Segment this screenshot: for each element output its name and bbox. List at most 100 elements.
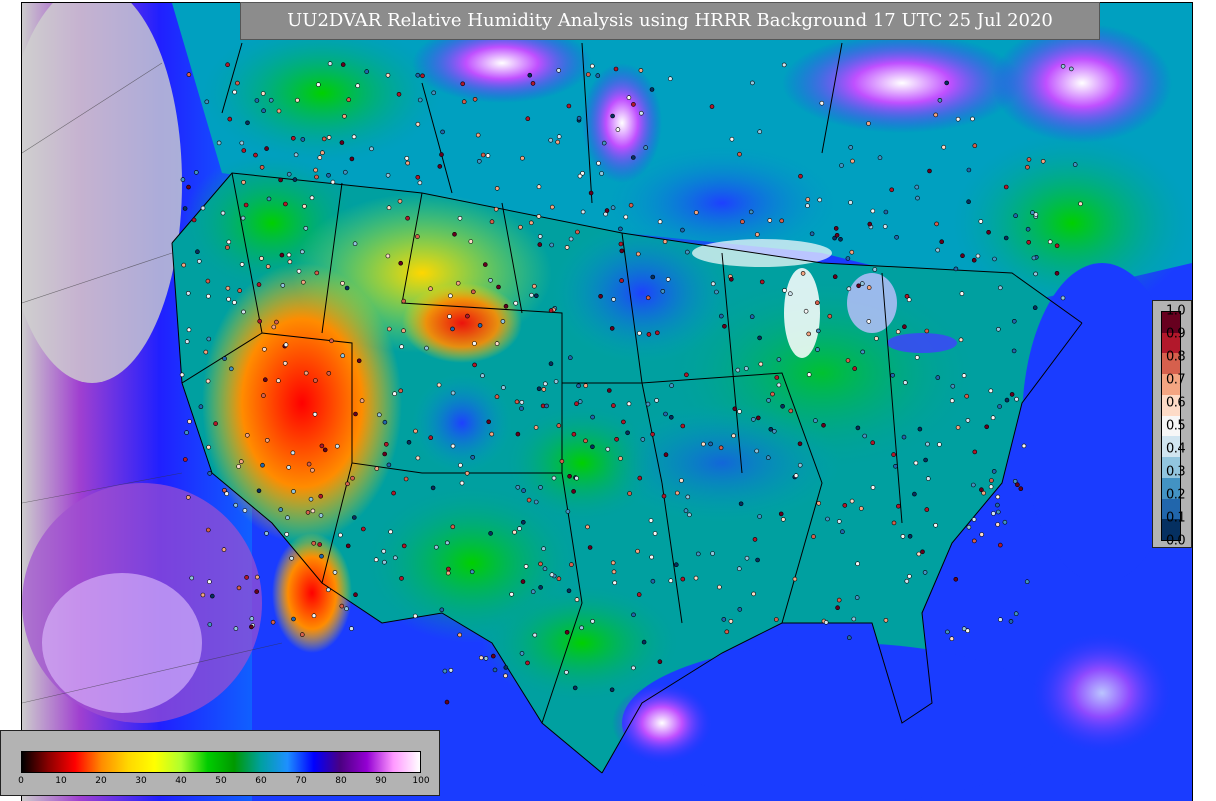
observation-dot <box>1031 255 1037 261</box>
observation-dot <box>260 91 266 96</box>
observation-dot <box>850 158 855 164</box>
observation-dot <box>278 507 284 512</box>
observation-dot <box>241 309 246 315</box>
observation-dot <box>683 508 689 514</box>
observation-dot <box>619 278 624 283</box>
observation-dot <box>533 293 539 299</box>
observation-dot <box>803 308 809 314</box>
observation-dot <box>979 532 985 537</box>
observation-dot <box>205 378 211 384</box>
observation-dot <box>609 326 615 331</box>
observation-dot <box>615 127 621 132</box>
observation-dot <box>679 478 684 483</box>
observation-dot <box>997 542 1003 548</box>
observation-dot <box>773 617 779 622</box>
observation-dot <box>995 509 1001 515</box>
rh-colorbar-tick-label: 60 <box>255 776 267 786</box>
observation-dot <box>530 81 536 86</box>
observation-dot <box>213 421 218 426</box>
observation-dot <box>576 115 582 121</box>
observation-dot <box>776 382 782 388</box>
observation-dot <box>239 262 245 267</box>
observation-dot <box>210 593 215 599</box>
observation-dot <box>849 249 855 255</box>
observation-dot <box>237 288 242 293</box>
observation-dot <box>625 430 630 436</box>
observation-dot <box>935 247 941 253</box>
observation-dot <box>630 155 636 160</box>
observation-dot <box>405 160 411 166</box>
observation-dot <box>468 239 474 244</box>
observation-dot <box>743 366 749 371</box>
observation-dot <box>271 324 277 330</box>
observation-dot <box>186 72 192 77</box>
observation-dot <box>955 425 961 430</box>
rh-colorbar: 0 10 20 30 40 50 60 70 80 90 100 <box>0 730 440 796</box>
observation-dot <box>181 262 186 268</box>
observation-dot <box>669 383 674 388</box>
observation-dot <box>1024 579 1030 585</box>
observation-dot <box>229 366 234 372</box>
observation-dot <box>645 295 651 301</box>
observation-dot <box>405 215 410 221</box>
observation-dot <box>901 434 907 440</box>
obs-colorbar-tick-label: 0.0 <box>1166 533 1186 549</box>
observation-dot <box>529 292 534 298</box>
observation-dot <box>840 529 845 535</box>
observation-dot <box>268 97 274 103</box>
observation-dot <box>571 489 576 494</box>
observation-dot <box>1009 392 1015 397</box>
observation-dot <box>1026 240 1032 245</box>
observation-dot <box>322 447 328 453</box>
observation-dot <box>364 69 370 74</box>
observation-dot <box>944 80 950 86</box>
observation-dot <box>611 569 617 575</box>
observation-dot <box>401 328 406 334</box>
observation-dot <box>455 280 461 286</box>
observation-dot <box>960 253 965 258</box>
obs-colorbar-tick-label: 0.5 <box>1166 418 1186 434</box>
observation-dot <box>845 256 851 261</box>
observation-dot <box>493 206 499 212</box>
observation-dot <box>283 201 288 207</box>
observation-dot <box>334 443 340 449</box>
observation-dot <box>458 462 463 468</box>
observation-dot <box>913 460 919 466</box>
observation-dot <box>965 628 971 634</box>
observation-dot <box>851 616 857 622</box>
observation-dot <box>832 274 838 280</box>
observation-dot <box>256 488 262 494</box>
observation-dot <box>480 152 486 158</box>
observation-dot <box>460 81 466 87</box>
observation-dot <box>836 519 842 524</box>
observation-dot <box>577 399 583 404</box>
observation-dot <box>732 406 738 412</box>
observation-dot <box>992 256 997 262</box>
observation-dot <box>225 245 230 250</box>
observation-dot <box>896 503 901 509</box>
observation-dot <box>996 326 1001 332</box>
observation-dot <box>464 470 470 476</box>
observation-dot <box>431 90 437 96</box>
observation-dot <box>902 380 908 385</box>
observation-dot <box>997 285 1003 291</box>
observation-dot <box>385 73 391 78</box>
observation-dot <box>520 155 525 161</box>
observation-dot <box>182 206 188 211</box>
observation-dot <box>883 209 889 215</box>
observation-dot <box>308 496 314 502</box>
observation-dot <box>866 319 872 324</box>
obs-colorbar-tick-label: 0.7 <box>1166 372 1186 388</box>
observation-dot <box>618 241 624 247</box>
observation-dot <box>226 239 232 245</box>
observation-dot <box>780 517 786 522</box>
observation-dot <box>523 564 529 569</box>
observation-dot <box>693 575 699 581</box>
observation-dot <box>205 278 211 284</box>
observation-dot <box>321 136 327 142</box>
observation-dot <box>989 478 994 483</box>
observation-dot <box>782 288 787 293</box>
observation-dot <box>309 195 315 201</box>
observation-dot <box>254 589 259 594</box>
observation-dot <box>648 518 654 523</box>
